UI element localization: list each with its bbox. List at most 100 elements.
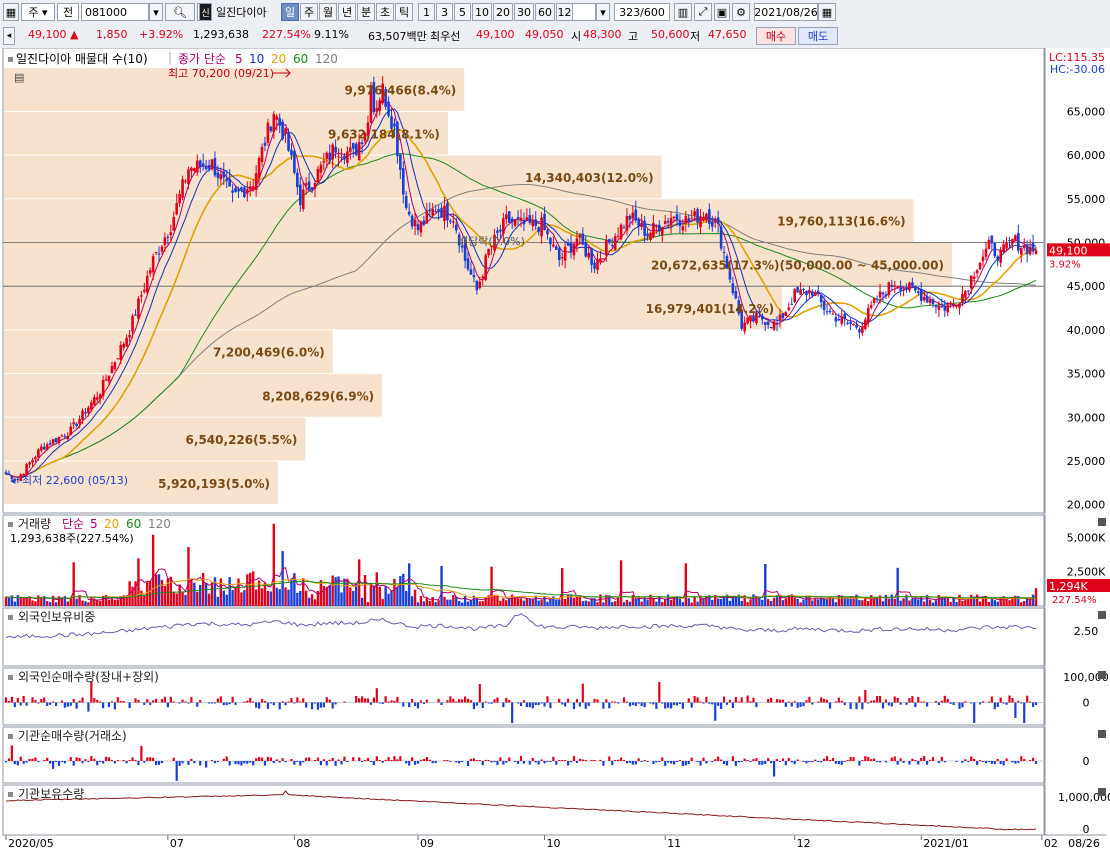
calendar-icon[interactable]: ▦ — [818, 3, 836, 21]
candle-body — [454, 224, 458, 231]
code-input[interactable]: 081000 — [81, 3, 149, 21]
inst-net-bar — [817, 761, 820, 762]
volume-bar — [684, 563, 687, 606]
inst-net-bar — [266, 756, 270, 761]
volume-bar — [555, 599, 558, 606]
inst-net-bar — [154, 761, 158, 766]
interval-tab[interactable]: 5 — [454, 3, 471, 21]
inst-net-bar — [325, 761, 328, 766]
inst-net-bar — [1014, 761, 1017, 764]
inst-net-bar — [378, 760, 381, 761]
count-field[interactable]: 323/600 — [614, 3, 670, 21]
chart-area[interactable]: 9,976,466(8.4%) 9,632,184(8.1%) 14,340,403… — [0, 47, 1110, 850]
interval-tab[interactable]: 10 — [472, 3, 492, 21]
foreign-net-bar — [770, 697, 773, 703]
quote-collapse-icon[interactable]: ◂ — [3, 27, 15, 45]
kind-select[interactable]: 전 — [57, 3, 79, 21]
overlay-icon[interactable]: ⤢ — [694, 3, 712, 21]
foreign-net-bar — [152, 700, 155, 703]
candle-body — [999, 250, 1002, 263]
inst-net-bar — [873, 758, 876, 761]
date-field[interactable]: 2021/08/26 — [754, 3, 818, 21]
period-tab[interactable]: 년 — [338, 3, 356, 21]
code-dropdown-icon[interactable]: ▾ — [149, 3, 163, 21]
candle-body — [328, 152, 332, 161]
candle-body — [172, 216, 176, 231]
volume-bar — [602, 602, 605, 606]
interval-dropdown-icon[interactable]: ▾ — [596, 3, 610, 21]
candle-type-icon[interactable]: ▥ — [674, 3, 692, 21]
foreign-net-bar — [134, 698, 137, 703]
candle-body — [284, 128, 287, 134]
inst-net-bar — [187, 761, 190, 765]
settings-gear-icon[interactable]: ⚙ — [732, 3, 750, 21]
inst-net-bar — [131, 757, 134, 761]
inst-net-bar — [1031, 757, 1035, 761]
inst-net-bar — [687, 761, 690, 764]
candle-body — [622, 227, 626, 229]
inst-net-bar — [978, 760, 982, 761]
volume-bar — [764, 563, 767, 606]
volume-bar — [54, 602, 58, 606]
period-tab[interactable]: 틱 — [395, 3, 413, 21]
volume-bar — [169, 576, 172, 606]
volume-bar — [693, 596, 696, 606]
inst-net-bar — [269, 757, 272, 761]
volume-bar — [19, 598, 22, 606]
inst-net-bar — [890, 757, 893, 761]
quote-volume: 1,293,638 — [193, 28, 249, 41]
foreign-net-bar — [884, 699, 888, 703]
volume-bar — [340, 592, 343, 606]
chart-menu-icon[interactable]: ▦ — [3, 3, 19, 21]
search-icon[interactable]: 🔍︎ — [165, 3, 195, 21]
market-select[interactable]: 주 ▾ — [21, 3, 55, 21]
foreign-net-bar — [990, 696, 993, 703]
candle-body — [357, 142, 361, 161]
volume-bar — [896, 567, 899, 606]
candle-body — [961, 293, 964, 303]
interval-tab[interactable]: 20 — [493, 3, 513, 21]
candle-body — [131, 315, 134, 332]
inst-net-bar — [772, 761, 776, 777]
interval-custom-input[interactable] — [572, 3, 596, 21]
foreign-net-bar — [696, 697, 699, 703]
volume-bar — [396, 586, 399, 606]
foreign-net-bar — [375, 688, 378, 703]
candle-body — [675, 214, 679, 221]
foreign-net-bar — [187, 702, 190, 704]
candle-body — [902, 288, 905, 290]
candle-body — [911, 282, 914, 287]
vol-ma-legend-20: 20 — [104, 517, 119, 531]
volume-bar — [716, 598, 720, 606]
candle-body — [996, 256, 1000, 261]
candle-body — [560, 257, 564, 259]
sell-button[interactable]: 매도 — [798, 27, 838, 45]
dividend-note: 배당락(0.0%) — [458, 235, 525, 248]
candle-body — [434, 211, 437, 213]
volume-bar — [493, 595, 496, 606]
interval-tab[interactable]: 1 — [418, 3, 435, 21]
inst-net-bar — [205, 761, 208, 768]
candle-body — [605, 239, 608, 256]
interval-tab[interactable]: 60 — [535, 3, 555, 21]
buy-button[interactable]: 매수 — [756, 27, 796, 45]
candle-body — [163, 237, 167, 245]
period-tab[interactable]: 월 — [319, 3, 337, 21]
interval-tab[interactable]: 3 — [436, 3, 453, 21]
volume-tick-label: 2,500K — [1067, 566, 1106, 579]
period-tab[interactable]: 주 — [300, 3, 318, 21]
period-tab[interactable]: 일 — [281, 3, 299, 21]
interval-tab[interactable]: 30 — [514, 3, 534, 21]
candle-body — [710, 221, 714, 227]
period-tab[interactable]: 분 — [357, 3, 375, 21]
candle-body — [631, 212, 635, 219]
period-tab[interactable]: 초 — [376, 3, 394, 21]
volume-bar — [696, 601, 699, 606]
volume-bar — [664, 598, 667, 606]
volume-bar — [346, 578, 349, 606]
candle-body — [716, 217, 720, 224]
stock-chart-svg[interactable]: 9,976,466(8.4%) 9,632,184(8.1%) 14,340,403… — [0, 47, 1110, 850]
save-icon[interactable]: ▣ — [714, 3, 730, 21]
inst-net-bar — [593, 760, 596, 761]
foreign-net-bar — [740, 697, 743, 703]
